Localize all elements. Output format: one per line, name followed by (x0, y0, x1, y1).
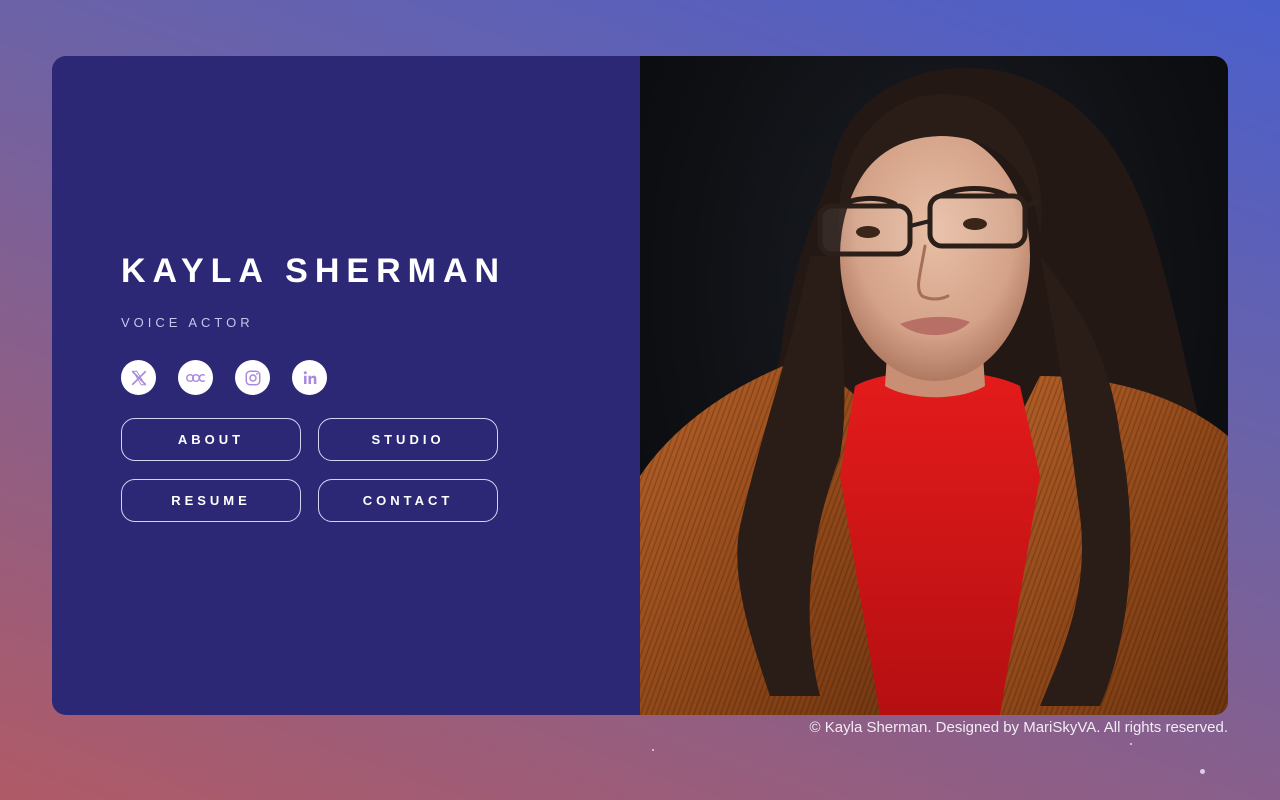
copyright-footer: © Kayla Sherman. Designed by MariSkyVA. … (809, 719, 1228, 736)
linkedin-link[interactable] (292, 360, 327, 395)
portrait-photo (640, 56, 1228, 715)
instagram-link[interactable] (235, 360, 270, 395)
decorative-speck (1130, 743, 1132, 745)
nav-buttons: ABOUT STUDIO RESUME CONTACT (121, 418, 498, 522)
x-twitter-link[interactable] (121, 360, 156, 395)
decorative-speck (652, 749, 654, 751)
about-button[interactable]: ABOUT (121, 418, 301, 461)
main-card: KAYLA SHERMAN VOICE ACTOR ABOUT STUDIO R… (52, 56, 1228, 715)
casting-call-club-icon (185, 373, 205, 382)
decorative-dot (1200, 769, 1205, 774)
intro-panel: KAYLA SHERMAN VOICE ACTOR ABOUT STUDIO R… (52, 56, 640, 715)
casting-call-club-link[interactable] (178, 360, 213, 395)
social-links (121, 360, 327, 395)
linkedin-icon (303, 370, 316, 384)
page-title: KAYLA SHERMAN (121, 252, 507, 290)
instagram-icon (245, 370, 260, 385)
resume-button[interactable]: RESUME (121, 479, 301, 522)
contact-button[interactable]: CONTACT (318, 479, 498, 522)
studio-button[interactable]: STUDIO (318, 418, 498, 461)
portrait-illustration (640, 67, 1228, 715)
role-subtitle: VOICE ACTOR (121, 315, 254, 330)
x-twitter-icon (131, 370, 146, 385)
